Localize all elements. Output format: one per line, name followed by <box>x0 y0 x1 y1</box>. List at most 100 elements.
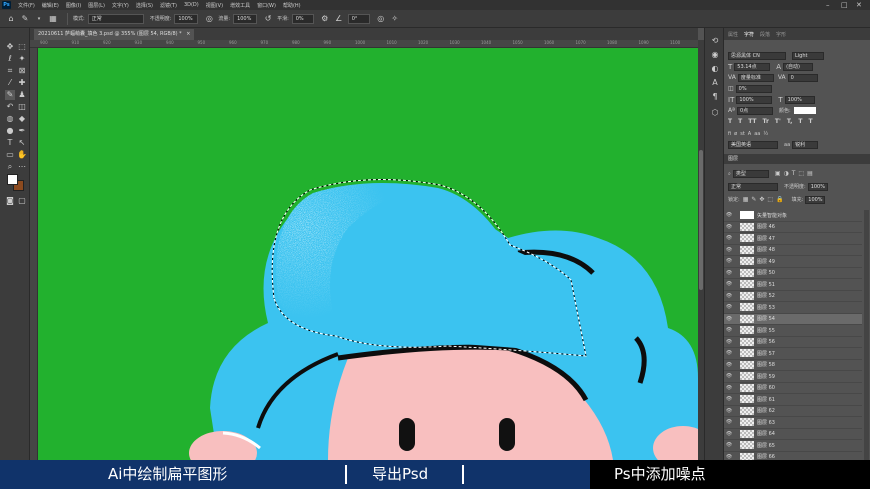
layer-row[interactable]: 👁 图层 66 <box>724 452 862 460</box>
ordinal-icon[interactable]: ø <box>734 131 737 137</box>
layer-row[interactable]: 👁 图层 46 <box>724 222 862 233</box>
eye-icon[interactable]: 👁 <box>724 258 734 264</box>
magic-wand-icon[interactable]: ✦ <box>17 54 27 64</box>
filter-pixel-icon[interactable]: ▣ <box>775 170 781 177</box>
lock-artboard-icon[interactable]: ⬚ <box>767 196 773 203</box>
minimize-icon[interactable]: – <box>826 0 830 10</box>
eye-icon[interactable]: 👁 <box>724 454 734 460</box>
text-style-button[interactable]: Tr <box>763 118 769 125</box>
eye-icon[interactable]: 👁 <box>724 235 734 241</box>
filter-smart-icon[interactable]: ▤ <box>807 170 813 177</box>
lock-all-icon[interactable]: 🔒 <box>776 196 783 203</box>
menu-item[interactable]: 文字(Y) <box>112 2 129 9</box>
swash-icon[interactable]: st <box>740 131 745 137</box>
text-style-button[interactable]: TT <box>748 118 756 125</box>
panel-tab[interactable]: 段落 <box>760 31 770 38</box>
panel-tab[interactable]: 字符 <box>744 31 754 38</box>
eye-icon[interactable]: 👁 <box>724 304 734 310</box>
hand-tool-icon[interactable]: ✋ <box>17 150 27 160</box>
angle-field[interactable]: 0° <box>347 13 370 24</box>
dodge-tool-icon[interactable]: ● <box>5 126 15 136</box>
eye-icon[interactable]: 👁 <box>724 293 734 299</box>
paint-bucket-icon[interactable]: ◍ <box>5 114 15 124</box>
filter-shape-icon[interactable]: ⬚ <box>798 170 804 177</box>
kerning-field[interactable]: 度量标准 <box>737 73 774 82</box>
menu-item[interactable]: 帮助(H) <box>283 2 301 9</box>
menu-item[interactable]: 图像(I) <box>66 2 81 9</box>
brush-tool-icon[interactable]: ✎ <box>5 90 15 100</box>
eye-icon[interactable]: 👁 <box>724 339 734 345</box>
language-select[interactable]: 美国英语 <box>728 140 778 149</box>
text-style-button[interactable]: T <box>808 118 812 125</box>
eye-icon[interactable]: 👁 <box>724 316 734 322</box>
brush-settings-icon[interactable]: ▦ <box>48 14 58 24</box>
pen-tool-icon[interactable]: ✒ <box>17 126 27 136</box>
panel-tab[interactable]: 字形 <box>776 31 786 38</box>
vertical-scale-field[interactable]: 100% <box>736 95 773 104</box>
layer-row[interactable]: 👁 图层 57 <box>724 348 862 360</box>
eye-icon[interactable]: 👁 <box>724 350 734 356</box>
photoshop-logo[interactable]: Ps <box>2 1 11 9</box>
stamp-tool-icon[interactable]: ♟ <box>17 90 27 100</box>
gear-icon[interactable]: ⚙ <box>320 14 330 24</box>
layer-filter-select[interactable]: 类型 <box>732 169 769 178</box>
healing-brush-icon[interactable]: ✚ <box>17 78 27 88</box>
antialias-select[interactable]: 锐利 <box>792 140 819 149</box>
menu-item[interactable]: 滤镜(T) <box>160 2 177 9</box>
document-tab[interactable]: 20210611 萨蝠萌囊_填色 3.psd @ 355% (图层 54, RG… <box>34 29 195 40</box>
character-icon[interactable]: A <box>710 78 720 88</box>
font-family-select[interactable]: 思源黑体 CN <box>728 51 786 60</box>
frame-tool-icon[interactable]: ⊠ <box>17 66 27 76</box>
path-select-icon[interactable]: ↖ <box>17 138 27 148</box>
eye-icon[interactable]: 👁 <box>724 212 734 218</box>
fi-ligature-icon[interactable]: fi <box>728 131 731 137</box>
3d-icon[interactable]: ⬡ <box>710 108 720 118</box>
lock-position-icon[interactable]: ✥ <box>759 196 764 203</box>
eye-icon[interactable]: 👁 <box>724 385 734 391</box>
crop-tool-icon[interactable]: ⌗ <box>5 66 15 76</box>
mode-select[interactable]: 正常 <box>87 13 144 24</box>
canvas[interactable] <box>38 48 698 460</box>
eraser-tool-icon[interactable]: ◫ <box>17 102 27 112</box>
rectangle-tool-icon[interactable]: ▭ <box>5 150 15 160</box>
history-icon[interactable]: ⟲ <box>710 36 720 46</box>
text-style-button[interactable]: T <box>798 118 802 125</box>
titling-icon[interactable]: aa <box>754 131 760 137</box>
type-tool-icon[interactable]: T <box>5 138 15 148</box>
history-brush-icon[interactable]: ↶ <box>5 102 15 112</box>
symmetry-icon[interactable]: ✧ <box>390 14 400 24</box>
text-style-button[interactable]: T, <box>787 118 793 125</box>
eye-icon[interactable]: 👁 <box>724 270 734 276</box>
layer-row[interactable]: 👁 图层 49 <box>724 256 862 268</box>
more-tools-icon[interactable]: ⋯ <box>17 162 27 172</box>
layer-row[interactable]: 👁 图层 56 <box>724 337 862 348</box>
eye-icon[interactable]: 👁 <box>724 281 734 287</box>
menu-item[interactable]: 编辑(E) <box>42 2 59 9</box>
layer-row[interactable]: 👁 图层 52 <box>724 291 862 302</box>
layer-row[interactable]: 👁 图层 64 <box>724 429 862 440</box>
layer-row[interactable]: 👁 图层 51 <box>724 279 862 291</box>
maximize-icon[interactable]: □ <box>841 0 848 10</box>
layer-row[interactable]: 👁 图层 59 <box>724 371 862 383</box>
horizontal-scale-field[interactable]: 100% <box>784 95 815 104</box>
menu-item[interactable]: 图层(L) <box>88 2 105 9</box>
move-tool-icon[interactable]: ✥ <box>5 42 15 52</box>
lock-pixels-icon[interactable]: ▦ <box>743 196 749 203</box>
tracking-field[interactable]: 0 <box>787 73 818 82</box>
eye-icon[interactable]: 👁 <box>724 362 734 368</box>
lasso-tool-icon[interactable]: ℓ <box>5 54 15 64</box>
menu-item[interactable]: 视图(V) <box>206 2 223 9</box>
font-style-select[interactable]: Light <box>792 51 824 60</box>
filter-type-icon[interactable]: T <box>792 170 796 177</box>
scroll-thumb[interactable] <box>699 150 703 290</box>
eyedropper-icon[interactable]: ⁄ <box>5 78 15 88</box>
brush-preset-icon[interactable]: ✎ <box>20 14 30 24</box>
filter-adjust-icon[interactable]: ◑ <box>783 170 788 177</box>
layer-row[interactable]: 👁 图层 47 <box>724 233 862 245</box>
properties-icon[interactable]: ◉ <box>710 50 720 60</box>
tsume-field[interactable]: 0% <box>735 84 772 93</box>
eye-icon[interactable]: 👁 <box>724 431 734 437</box>
fill-field[interactable]: 100% <box>805 195 826 204</box>
eye-icon[interactable]: 👁 <box>724 419 734 425</box>
layer-row[interactable]: 👁 图层 60 <box>724 383 862 394</box>
